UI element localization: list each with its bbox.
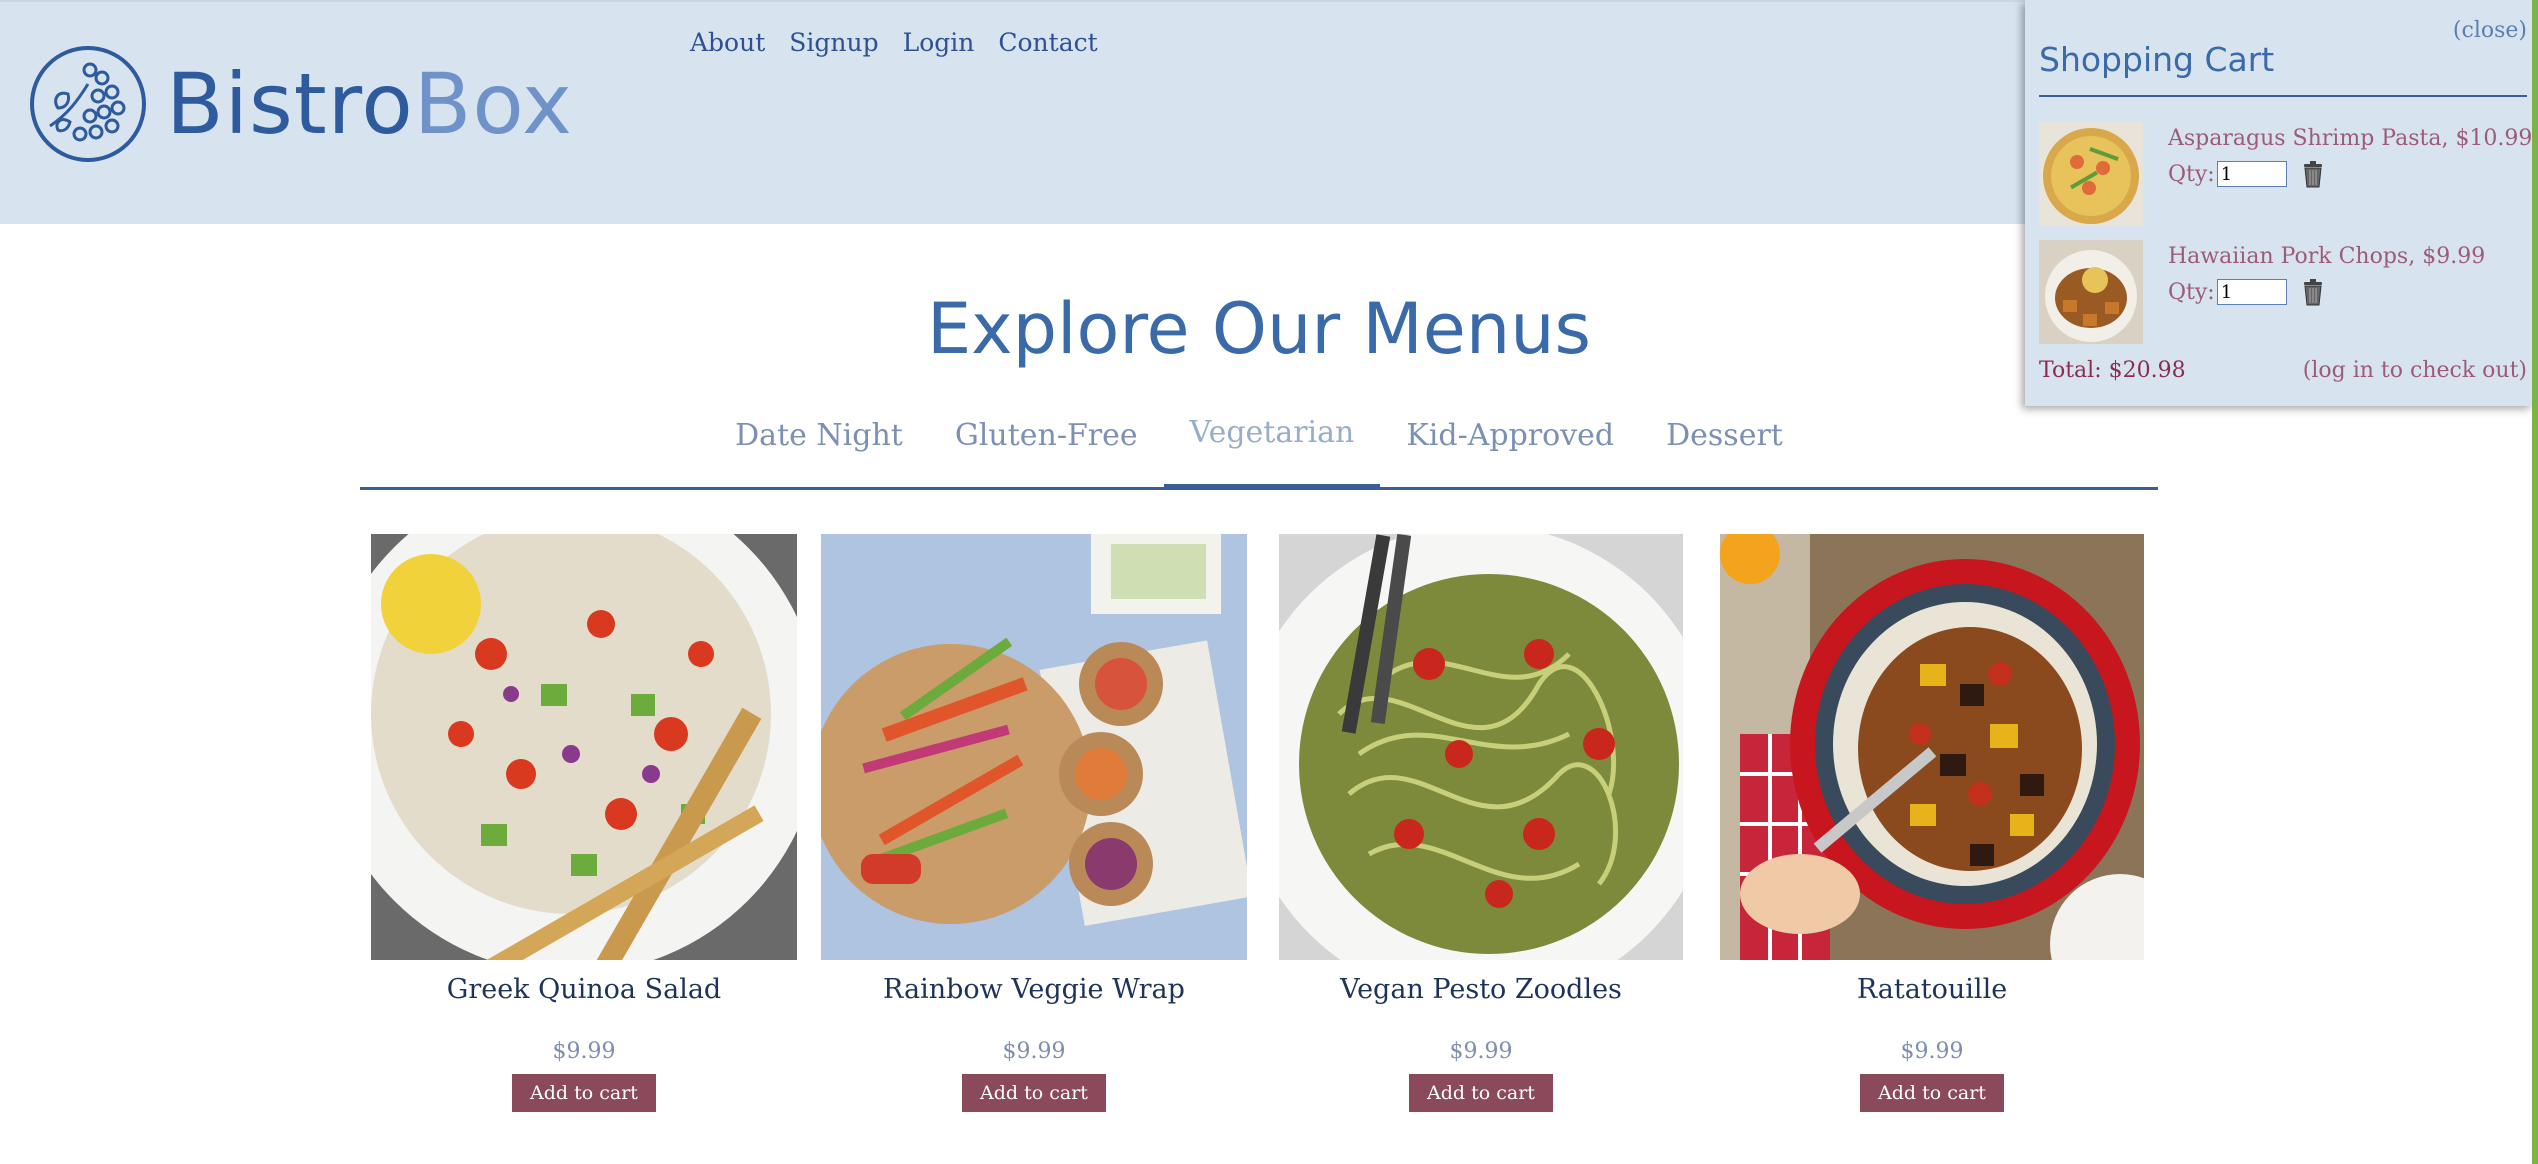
checkout-login-link[interactable]: (log in to check out)	[2303, 358, 2527, 383]
tab-kid-approved[interactable]: Kid-Approved	[1380, 406, 1640, 478]
add-to-cart-button[interactable]: Add to cart	[962, 1074, 1106, 1112]
cart-item-thumbnail	[2039, 122, 2143, 226]
top-nav: About Signup Login Contact	[690, 28, 1098, 57]
qty-input[interactable]	[2216, 161, 2287, 187]
logo-wordmark: BistroBox	[166, 62, 573, 146]
nav-link-contact[interactable]: Contact	[998, 28, 1097, 57]
trash-icon[interactable]	[2301, 160, 2325, 188]
hawaiian-pork-chops-image	[2039, 240, 2143, 344]
menu-card-name: Rainbow Veggie Wrap	[883, 974, 1185, 1005]
rainbow-veggie-wrap-image	[821, 534, 1247, 960]
menu-card-price: $9.99	[1449, 1039, 1513, 1064]
page-edge-bar	[2532, 0, 2538, 1164]
menu-card-image[interactable]	[1720, 534, 2144, 960]
cart-item-name: Hawaiian Pork Chops, $9.99	[2168, 244, 2486, 269]
cart-item-thumbnail	[2039, 240, 2143, 344]
trash-icon[interactable]	[2301, 278, 2325, 306]
menu-card-price: $9.99	[1002, 1039, 1066, 1064]
tab-dessert[interactable]: Dessert	[1640, 406, 1809, 478]
qty-label: Qty:	[2168, 161, 2215, 187]
cart-divider	[2039, 95, 2527, 97]
menu-card-price: $9.99	[552, 1039, 616, 1064]
tab-gluten-free[interactable]: Gluten-Free	[929, 406, 1164, 478]
qty-label: Qty:	[2168, 279, 2215, 305]
greek-quinoa-salad-image	[371, 534, 797, 960]
logo-text-box: Box	[413, 55, 573, 153]
menu-card: Ratatouille $9.99 Add to cart	[1720, 534, 2144, 1112]
menu-card: Rainbow Veggie Wrap $9.99 Add to cart	[821, 534, 1247, 1112]
cart-item-qty-row: Qty:	[2168, 160, 2325, 188]
menu-card: Greek Quinoa Salad $9.99 Add to cart	[371, 534, 797, 1112]
nav-link-login[interactable]: Login	[903, 28, 975, 57]
tab-vegetarian[interactable]: Vegetarian	[1163, 406, 1381, 490]
menu-card-name: Ratatouille	[1856, 974, 2008, 1005]
menu-card: Vegan Pesto Zoodles $9.99 Add to cart	[1279, 534, 1683, 1112]
ratatouille-image	[1720, 534, 2144, 960]
asparagus-shrimp-pasta-image	[2039, 122, 2143, 226]
logo-text-bistro: Bistro	[166, 55, 414, 153]
cart-title: Shopping Cart	[2039, 40, 2275, 79]
menu-card-price: $9.99	[1900, 1039, 1964, 1064]
cart-total: Total: $20.98	[2039, 358, 2186, 383]
cart-close-link[interactable]: (close)	[2453, 18, 2527, 43]
logo[interactable]: BistroBox	[28, 44, 573, 164]
shopping-cart-panel: (close) Shopping Cart Asparagus Shrimp P…	[2025, 0, 2533, 406]
menu-card-image[interactable]	[1279, 534, 1683, 960]
menu-card-image[interactable]	[821, 534, 1247, 960]
menu-card-name: Greek Quinoa Salad	[446, 974, 722, 1005]
menu-card-name: Vegan Pesto Zoodles	[1340, 974, 1622, 1005]
nav-link-about[interactable]: About	[690, 28, 765, 57]
menu-card-image[interactable]	[371, 534, 797, 960]
tab-date-night[interactable]: Date Night	[709, 406, 929, 478]
qty-input[interactable]	[2216, 279, 2287, 305]
add-to-cart-button[interactable]: Add to cart	[512, 1074, 656, 1112]
cart-item-name: Asparagus Shrimp Pasta, $10.99	[2168, 126, 2533, 151]
nav-link-signup[interactable]: Signup	[789, 28, 878, 57]
vegan-pesto-zoodles-image	[1279, 534, 1683, 960]
cart-item-qty-row: Qty:	[2168, 278, 2325, 306]
menu-tabs: Date Night Gluten-Free Vegetarian Kid-Ap…	[360, 406, 2158, 490]
add-to-cart-button[interactable]: Add to cart	[1409, 1074, 1553, 1112]
add-to-cart-button[interactable]: Add to cart	[1860, 1074, 2004, 1112]
bistrobox-logo-icon	[30, 46, 146, 162]
